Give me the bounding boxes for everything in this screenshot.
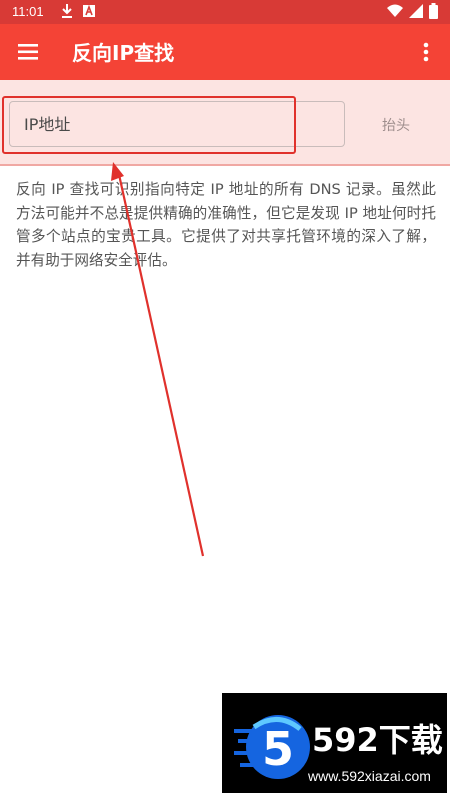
ip-address-input[interactable]: [9, 101, 345, 147]
signal-icon: [409, 4, 423, 18]
watermark-brand: 592下载: [312, 721, 443, 759]
download-icon: [62, 4, 72, 18]
watermark-banner: 5 592下载 www.592xiazai.com: [222, 693, 447, 793]
watermark-url: www.592xiazai.com: [308, 768, 431, 784]
logo-digit: 5: [262, 722, 294, 776]
page-title: 反向IP查找: [72, 41, 175, 65]
header-button[interactable]: 抬头: [382, 115, 410, 135]
status-icons-left: [60, 3, 96, 19]
status-bar: 11:01: [0, 0, 450, 24]
wifi-icon: [387, 4, 403, 17]
battery-icon: [429, 3, 438, 19]
a-notification-icon: [83, 4, 95, 17]
more-vert-icon[interactable]: [416, 38, 436, 66]
hamburger-menu-icon[interactable]: [16, 38, 44, 66]
app-bar: 反向IP查找: [0, 24, 450, 80]
input-area: 抬头: [0, 80, 450, 166]
description-text: 反向 IP 查找可识别指向特定 IP 地址的所有 DNS 记录。虽然此方法可能并…: [16, 181, 436, 269]
status-time: 11:01: [12, 4, 44, 19]
592-logo-icon: 5: [234, 715, 310, 779]
status-icons-right: [387, 3, 438, 19]
